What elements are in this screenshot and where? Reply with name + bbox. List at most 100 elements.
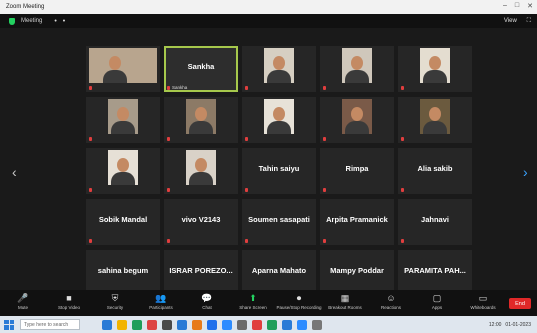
person-head [273, 107, 285, 121]
breakout-button[interactable]: ▦ Breakout Rooms [322, 290, 368, 310]
participant-tile[interactable] [320, 46, 394, 92]
close-button[interactable]: ✕ [527, 2, 533, 10]
participant-label [89, 137, 94, 141]
participant-tile[interactable]: Soumen sasapati [242, 199, 316, 245]
windows-start-icon[interactable] [4, 319, 14, 330]
participant-tile[interactable] [86, 148, 160, 194]
participants-button[interactable]: 👥 Participants [138, 290, 184, 310]
participant-tile[interactable] [320, 97, 394, 143]
participant-video [264, 99, 294, 134]
participant-label [245, 137, 250, 141]
video-icon: ■ [66, 293, 72, 303]
taskbar-app-icon[interactable] [147, 319, 157, 330]
gallery-grid: Sankha Sankha Tahin saiyu Rimpa Alia sakib So… [86, 46, 472, 296]
meeting-topbar: Meeting • • View ⛶ [0, 14, 537, 28]
participant-label [245, 188, 250, 192]
taskbar-search-input[interactable]: Type here to search [20, 319, 80, 330]
participant-name: PARAMITA PAH... [404, 266, 466, 275]
maximize-button[interactable]: □ [515, 2, 519, 10]
participant-tile[interactable] [242, 97, 316, 143]
tray-date[interactable]: 01-01-2023 [505, 322, 531, 328]
muted-mic-icon [323, 239, 326, 243]
meeting-info[interactable]: Meeting [21, 18, 42, 24]
participant-video [264, 48, 294, 83]
taskbar-app-icon[interactable] [162, 319, 172, 330]
muted-mic-icon [167, 239, 170, 243]
taskbar-app-icon[interactable] [267, 319, 277, 330]
taskbar-app-icon[interactable] [297, 319, 307, 330]
person-body [111, 172, 135, 185]
shield-button[interactable]: ⛨ Security [92, 290, 138, 310]
participant-tile[interactable] [164, 148, 238, 194]
participant-tile[interactable] [398, 97, 472, 143]
view-button[interactable]: View [504, 18, 517, 25]
muted-mic-icon [89, 137, 92, 141]
fullscreen-icon[interactable]: ⛶ [527, 18, 531, 25]
tray-time[interactable]: 12:00 [489, 322, 502, 328]
share-button[interactable]: ⬆ Share Screen [230, 290, 276, 310]
video-button[interactable]: ■ Stop Video [46, 290, 92, 310]
person-body [345, 121, 369, 134]
muted-mic-icon [245, 86, 248, 90]
next-page-arrow-icon[interactable]: › [523, 165, 528, 179]
participant-tile[interactable]: Arpita Pramanick [320, 199, 394, 245]
participant-tile[interactable] [86, 46, 160, 92]
chat-button[interactable]: 💬 Chat [184, 290, 230, 310]
security-shield-icon[interactable] [9, 17, 15, 25]
reactions-button[interactable]: ☺ Reactions [368, 290, 414, 310]
minimize-button[interactable]: – [503, 2, 507, 10]
record-icon: ⏺ [296, 293, 302, 303]
person-body [189, 172, 213, 185]
taskbar-app-icon[interactable] [222, 319, 232, 330]
participant-label [167, 239, 172, 243]
participant-label-text: Sankha [172, 85, 188, 90]
reactions-icon: ☺ [386, 293, 396, 303]
apps-button[interactable]: ▢ Apps [414, 290, 460, 310]
taskbar-app-icon[interactable] [192, 319, 202, 330]
participant-label [401, 137, 406, 141]
toolbar-label: Breakout Rooms [328, 305, 362, 310]
participant-tile[interactable] [398, 46, 472, 92]
toolbar-label: Pause/Stop Recording [276, 305, 322, 310]
more-dots-icon[interactable]: • • [54, 18, 67, 25]
muted-mic-icon [245, 137, 248, 141]
taskbar-app-icon[interactable] [102, 319, 112, 330]
taskbar-app-icon[interactable] [132, 319, 142, 330]
whiteboard-button[interactable]: ▭ Whiteboards [460, 290, 506, 310]
participant-tile[interactable]: Tahin saiyu [242, 148, 316, 194]
participant-tile[interactable]: Sankha Sankha [164, 46, 238, 92]
system-tray: 12:00 01-01-2023 [489, 322, 531, 328]
participant-tile[interactable]: Alia sakib [398, 148, 472, 194]
record-button[interactable]: ⏺ Pause/Stop Recording [276, 290, 322, 310]
participant-tile[interactable] [164, 97, 238, 143]
participant-name: Sobik Mandal [98, 215, 148, 224]
end-meeting-button[interactable]: End [509, 298, 531, 309]
participant-name: Sankha [187, 62, 215, 71]
taskbar-app-icon[interactable] [282, 319, 292, 330]
mic-button[interactable]: 🎤 Mute [0, 290, 46, 310]
taskbar-app-icon[interactable] [117, 319, 127, 330]
taskbar-app-icon[interactable] [312, 319, 322, 330]
person-head [117, 158, 129, 172]
taskbar-app-icon[interactable] [237, 319, 247, 330]
participant-tile[interactable]: Sobik Mandal [86, 199, 160, 245]
participant-video [108, 150, 138, 185]
participant-name: Tahin saiyu [258, 164, 300, 173]
participant-tile[interactable] [242, 46, 316, 92]
muted-mic-icon [323, 137, 326, 141]
taskbar-app-icon[interactable] [207, 319, 217, 330]
taskbar-app-icon[interactable] [177, 319, 187, 330]
participant-tile[interactable]: Rimpa [320, 148, 394, 194]
prev-page-arrow-icon[interactable]: ‹ [12, 165, 17, 179]
muted-mic-icon [89, 86, 92, 90]
participants-icon: 👥 [155, 293, 167, 303]
participant-tile[interactable] [86, 97, 160, 143]
participant-name: Rimpa [345, 164, 369, 173]
participant-tile[interactable]: vivo V2143 [164, 199, 238, 245]
participant-tile[interactable]: Jahnavi [398, 199, 472, 245]
taskbar-app-icon[interactable] [252, 319, 262, 330]
participant-label [245, 239, 250, 243]
muted-mic-icon [89, 239, 92, 243]
participant-label [401, 188, 406, 192]
apps-icon: ▢ [432, 293, 442, 303]
